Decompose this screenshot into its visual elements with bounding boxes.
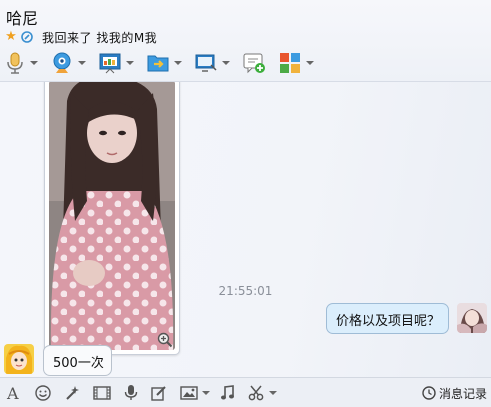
magic-effects-button[interactable] [64, 378, 80, 407]
magic-icon [66, 385, 79, 400]
clock-icon [422, 386, 436, 400]
send-file-button[interactable] [146, 50, 182, 76]
star-icon[interactable]: ★ [4, 30, 18, 44]
music-button[interactable] [219, 378, 235, 407]
image-message[interactable] [44, 82, 180, 355]
svg-text:A: A [6, 384, 19, 402]
font-button[interactable]: A [6, 378, 22, 407]
status-row: ★ 我回来了 找我的M我 [4, 29, 157, 45]
voice-message-button[interactable] [124, 378, 138, 407]
chevron-down-icon[interactable] [174, 61, 182, 65]
chat-header: 哈尼 ★ 我回来了 找我的M我 [0, 0, 491, 82]
incoming-message[interactable]: 500一次 [43, 345, 112, 376]
image-icon [180, 385, 198, 400]
emoji-icon [35, 384, 51, 401]
message-timestamp: 21:55:01 [218, 284, 273, 298]
message-area[interactable]: 21:55:01 价格以及项目呢？ 500一次 [0, 82, 491, 377]
screenshot-button[interactable] [248, 378, 277, 407]
edit-button[interactable] [151, 378, 167, 407]
photo-thumbnail[interactable] [49, 82, 175, 350]
screen-share-icon [195, 54, 217, 72]
avatar[interactable] [4, 344, 34, 374]
contact-signature: 我回来了 找我的M我 [42, 30, 158, 45]
message-history-label: 消息记录 [438, 386, 487, 401]
chevron-down-icon[interactable] [306, 61, 314, 65]
chevron-down-icon[interactable] [78, 61, 86, 65]
chat-toolbar [4, 50, 326, 76]
link-icon[interactable] [20, 30, 34, 44]
apps-grid-icon [280, 53, 300, 73]
outgoing-message[interactable]: 价格以及项目呢？ [326, 303, 449, 334]
contact-name[interactable]: 哈尼 [6, 5, 38, 29]
input-toolbar: A 消息记录 [0, 377, 491, 407]
video-call-button[interactable] [50, 50, 86, 76]
create-discussion-button[interactable] [242, 50, 266, 76]
chevron-down-icon[interactable] [126, 61, 134, 65]
app-center-button[interactable] [278, 50, 314, 76]
chevron-down-icon[interactable] [222, 61, 230, 65]
image-button[interactable] [180, 378, 210, 407]
chevron-down-icon[interactable] [269, 390, 277, 395]
video-clip-icon [93, 385, 111, 400]
scissors-icon [248, 385, 264, 400]
chevron-down-icon[interactable] [202, 390, 210, 395]
voice-message-icon [124, 385, 138, 400]
font-icon: A [6, 384, 19, 402]
microphone-icon [7, 52, 23, 74]
share-screen-button[interactable] [194, 50, 230, 76]
avatar[interactable] [457, 303, 487, 333]
remote-desktop-button[interactable] [98, 50, 134, 76]
video-clip-button[interactable] [93, 378, 111, 407]
message-history-button[interactable]: 消息记录 [422, 378, 487, 407]
emoji-button[interactable] [35, 378, 51, 407]
voice-call-button[interactable] [4, 50, 38, 76]
chat-add-icon [243, 53, 265, 74]
folder-send-icon [147, 55, 169, 72]
edit-icon [151, 385, 166, 401]
presentation-icon [99, 53, 121, 74]
music-icon [221, 384, 234, 399]
zoom-in-icon[interactable] [157, 332, 173, 348]
chevron-down-icon[interactable] [30, 61, 38, 65]
webcam-icon [53, 52, 71, 73]
